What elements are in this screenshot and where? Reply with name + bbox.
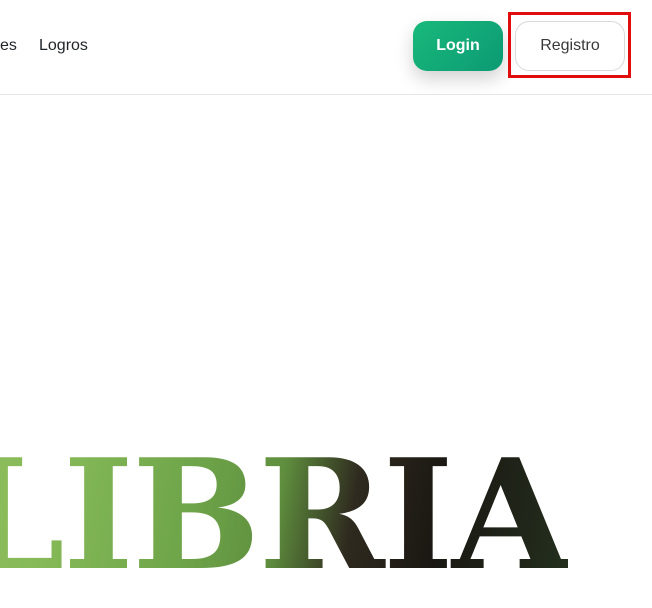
nav-link-partial[interactable]: es [0,37,17,55]
hero-section: LIBRIA [0,95,652,608]
login-button[interactable]: Login [413,21,503,71]
nav-link-logros[interactable]: Logros [39,37,88,55]
register-button[interactable]: Registro [515,21,625,71]
hero-title: LIBRIA [0,439,570,591]
top-navbar: es Logros Login Registro [0,0,652,95]
